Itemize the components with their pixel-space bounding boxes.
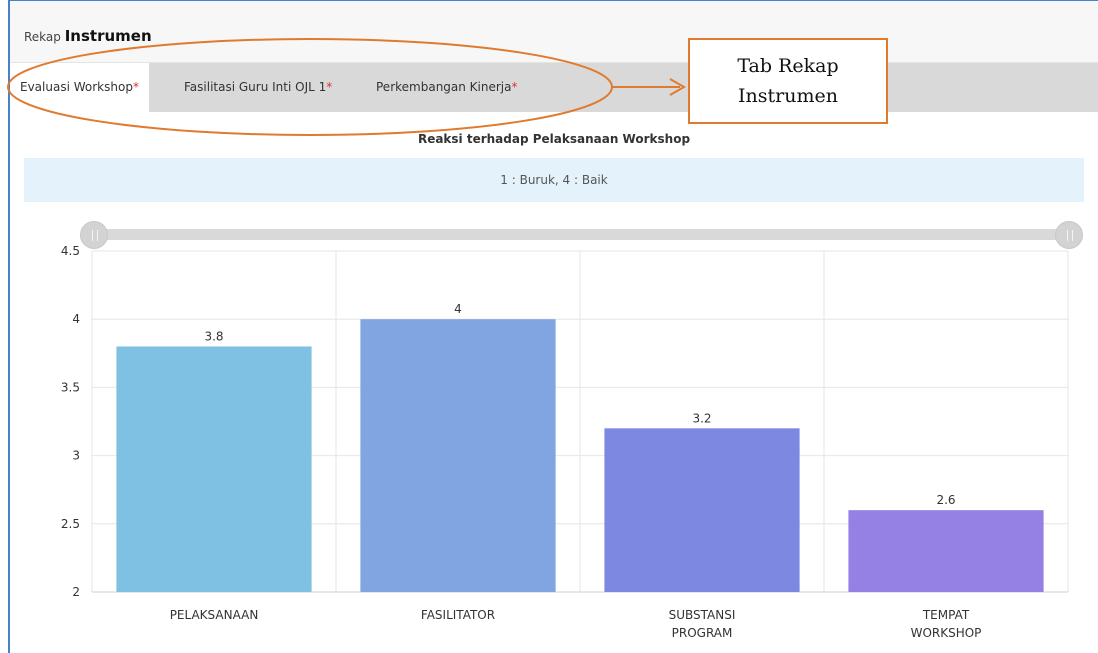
x-category-label: PELAKSANAAN	[170, 608, 259, 622]
y-tick-label: 4	[72, 312, 80, 326]
y-tick-label: 4.5	[61, 244, 80, 258]
x-category-label: PROGRAM	[672, 626, 733, 640]
bar	[116, 346, 312, 592]
bar-chart: 2 2.5 3 3.5 4 4.5 3.8 PELAKSANAAN 4 FASILITATOR 3.…	[61, 244, 1069, 640]
bar-value-label: 3.8	[204, 329, 223, 343]
bar-value-label: 4	[454, 302, 462, 316]
y-tick-label: 3.5	[61, 380, 80, 394]
bar	[360, 319, 556, 592]
x-category-label: WORKSHOP	[911, 626, 982, 640]
x-category-label: FASILITATOR	[421, 608, 495, 622]
x-category-label: SUBSTANSI	[669, 608, 736, 622]
bar-value-label: 3.2	[692, 411, 711, 425]
y-tick-label: 3	[72, 449, 80, 463]
bar	[604, 428, 800, 592]
y-tick-label: 2	[72, 585, 80, 599]
bar-value-label: 2.6	[936, 493, 955, 507]
bar	[848, 510, 1044, 592]
y-tick-label: 2.5	[61, 517, 80, 531]
x-category-label: TEMPAT	[922, 608, 970, 622]
